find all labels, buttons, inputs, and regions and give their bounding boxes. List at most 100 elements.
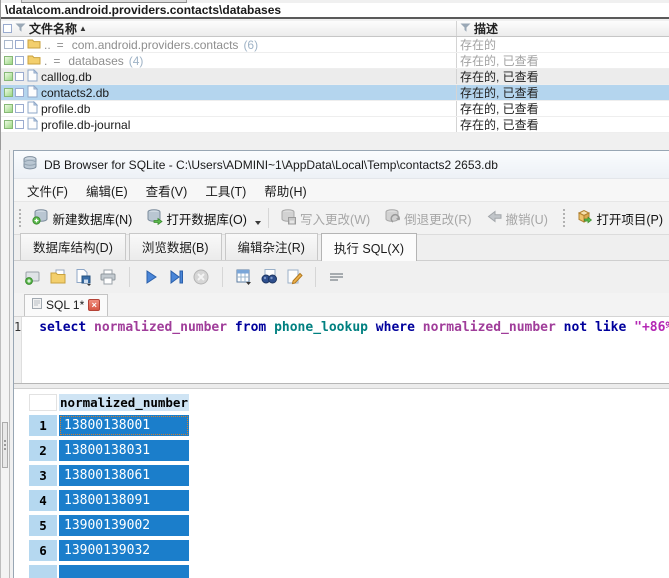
result-cell[interactable]: 13800138001 [59,415,189,436]
sql-editor-tab[interactable]: SQL 1* × [24,294,108,316]
undo-button[interactable]: 撤销(U) [479,205,555,231]
row-checkbox[interactable] [15,56,24,65]
open-project-icon [576,208,593,228]
file-table-header: 文件名称 ▲ 描述 [1,21,669,37]
status-box-viewed [4,56,13,65]
execute-sql-icon[interactable] [142,268,160,286]
sql-code-line[interactable]: select normalized_number from phone_look… [22,317,669,383]
revert-changes-button[interactable]: 倒退更改(R) [377,205,478,231]
find-icon[interactable] [260,268,278,286]
open-sql-file-icon[interactable] [49,268,67,286]
close-tab-icon[interactable]: × [88,299,100,311]
table-row[interactable]: profile.db-journal 存在的, 已查看 [1,117,669,133]
sql-tabstrip: SQL 1* × [14,293,669,317]
filter-icon[interactable] [15,22,26,36]
window-titlebar[interactable]: DB Browser for SQLite - C:\Users\ADMINI~… [14,151,669,179]
result-cell[interactable]: 13800138061 [59,465,189,486]
menu-help[interactable]: 帮助(H) [255,179,315,201]
edit-sql-icon[interactable] [285,268,303,286]
row-number[interactable]: 4 [29,490,57,511]
result-row: 6 13900139032 [29,540,669,561]
row-desc: 存在的, 已查看 [456,85,669,100]
result-cell[interactable] [59,565,189,578]
toolbar-separator [129,267,130,287]
row-number[interactable]: 3 [29,465,57,486]
tab-edit-pragmas[interactable]: 编辑杂注(R) [225,233,318,260]
db-browser-window: DB Browser for SQLite - C:\Users\ADMINI~… [13,150,669,578]
file-icon [27,117,38,132]
stop-icon[interactable] [192,268,210,286]
left-scrollbar[interactable] [0,150,10,578]
print-icon[interactable] [99,268,117,286]
save-results-icon[interactable] [235,268,253,286]
new-sql-tab-icon[interactable] [24,268,42,286]
open-database-button[interactable]: 打开数据库(O) [139,205,254,231]
result-cell[interactable]: 13800138091 [59,490,189,511]
tab-execute-sql[interactable]: 执行 SQL(X) [321,233,417,261]
toolbar-grip[interactable] [563,209,565,227]
row-number[interactable]: 1 [29,415,57,436]
sql-token: "+86%" [634,320,669,335]
write-changes-button[interactable]: 写入更改(W) [273,205,377,231]
table-row[interactable]: profile.db 存在的, 已查看 [1,101,669,117]
menu-edit[interactable]: 编辑(E) [77,179,137,201]
path-bar: \data\com.android.providers.contacts\dat… [1,3,669,19]
row-number[interactable]: 6 [29,540,57,561]
menu-tools[interactable]: 工具(T) [196,179,255,201]
open-database-dropdown-icon[interactable] [255,221,261,225]
sql-document-icon [32,298,42,312]
row-checkbox[interactable] [15,120,24,129]
row-checkbox[interactable] [15,104,24,113]
save-sql-file-icon[interactable] [74,268,92,286]
result-cell[interactable]: 13900139032 [59,540,189,561]
results-header-row: normalized_number [29,394,669,411]
status-box-viewed [4,88,13,97]
database-app-icon [22,155,38,174]
status-box-viewed [4,72,13,81]
row-checkbox[interactable] [15,88,24,97]
results-column-header[interactable]: normalized_number [59,394,189,411]
toolbar-grip[interactable] [19,209,21,227]
desc-column-header[interactable]: 描述 [456,21,669,36]
scrollbar-thumb[interactable] [2,422,8,468]
result-row: 1 13800138001 [29,415,669,436]
file-name: profile.db-journal [41,118,130,132]
toolbar-separator [315,267,316,287]
select-all-checkbox[interactable] [3,24,12,33]
result-cell[interactable]: 13800138031 [59,440,189,461]
result-cell[interactable]: 13900139002 [59,515,189,536]
line-number-gutter: 1 [14,317,22,383]
grid-corner-cell[interactable] [29,394,57,411]
execute-current-line-icon[interactable] [167,268,185,286]
line-number: 1 [14,320,21,334]
table-row[interactable]: . = databases (4) 存在的, 已查看 [1,53,669,69]
row-checkbox[interactable] [15,72,24,81]
row-checkbox[interactable] [15,40,24,49]
open-project-button[interactable]: 打开项目(P) [569,205,669,231]
sort-asc-icon: ▲ [79,24,87,33]
write-changes-icon [280,208,297,228]
file-icon [27,85,38,100]
word-wrap-icon[interactable] [328,268,346,286]
tab-database-structure[interactable]: 数据库结构(D) [20,233,126,260]
row-number[interactable]: 2 [29,440,57,461]
open-database-icon [146,208,163,228]
row-number[interactable] [29,565,57,578]
menu-file[interactable]: 文件(F) [18,179,77,201]
sql-token: from [227,320,274,335]
row-number[interactable]: 5 [29,515,57,536]
menu-bar: 文件(F) 编辑(E) 查看(V) 工具(T) 帮助(H) [14,179,669,201]
status-box-viewed [4,120,13,129]
sql-editor[interactable]: 1 select normalized_number from phone_lo… [14,317,669,383]
folder-icon [27,38,41,52]
new-database-button[interactable]: 新建数据库(N) [25,205,139,231]
name-column-header[interactable]: 文件名称 ▲ [1,21,456,36]
menu-view[interactable]: 查看(V) [137,179,197,201]
filter-icon[interactable] [460,22,471,36]
window-title: DB Browser for SQLite - C:\Users\ADMINI~… [44,158,498,172]
tab-browse-data[interactable]: 浏览数据(B) [129,233,222,260]
table-row-selected[interactable]: contacts2.db 存在的, 已查看 [1,85,669,101]
table-row[interactable]: calllog.db 存在的, 已查看 [1,69,669,85]
dir-target: com.android.providers.contacts [72,38,239,52]
table-row[interactable]: .. = com.android.providers.contacts (6) … [1,37,669,53]
